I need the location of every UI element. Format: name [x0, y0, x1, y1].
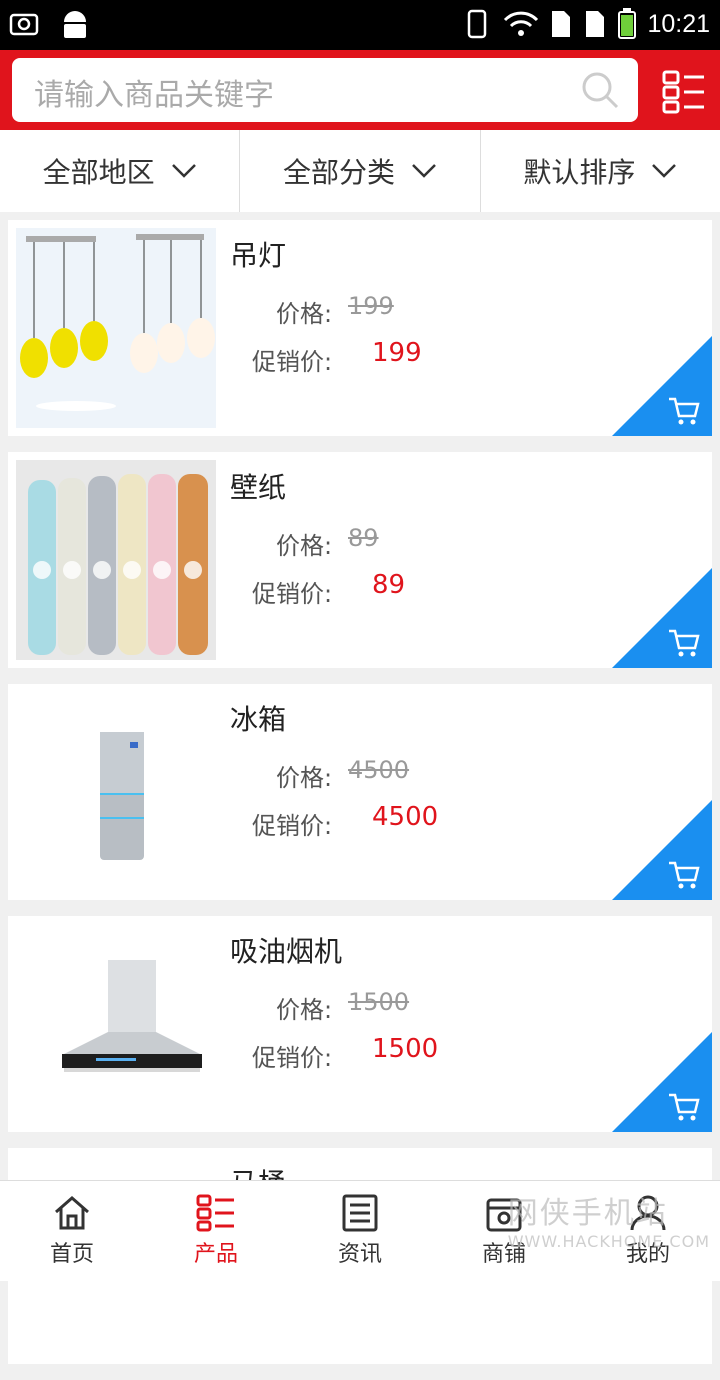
- cart-icon[interactable]: [668, 1092, 700, 1122]
- home-icon: [55, 1196, 89, 1230]
- watermark-url: WWW.HACKHOME.COM: [507, 1232, 710, 1251]
- promo-price: 1500: [372, 1034, 439, 1064]
- promo-price: 89: [372, 570, 406, 600]
- cart-icon[interactable]: [668, 628, 700, 658]
- nav-label: 首页: [49, 1242, 94, 1267]
- filter-label: 全部地区: [42, 156, 155, 189]
- filter-region[interactable]: 全部地区: [0, 130, 241, 212]
- product-image-wallpaper-rolls[interactable]: [16, 460, 216, 660]
- promo-label: 促销价:: [252, 580, 333, 608]
- search-placeholder: 请输入商品关键字: [34, 78, 274, 113]
- watermark-text: 网侠手机站: [507, 1196, 668, 1231]
- product-card[interactable]: 壁纸 价格: 89 促销价: 89: [8, 452, 712, 668]
- filter-bar: 全部地区 全部分类 默认排序: [0, 130, 720, 212]
- filter-label: 全部分类: [282, 156, 395, 189]
- filter-label: 默认排序: [523, 156, 636, 189]
- product-card[interactable]: 吊灯 价格: 199 促销价: 199: [8, 220, 712, 436]
- product-card[interactable]: 吸油烟机 价格: 1500 促销价: 1500: [8, 916, 712, 1132]
- status-bar: 10:21: [0, 0, 720, 50]
- list-icon: [196, 1194, 234, 1232]
- nav-products[interactable]: 产品: [144, 1181, 288, 1281]
- sim2-icon: [586, 11, 605, 37]
- original-price: 4500: [348, 756, 410, 784]
- price-label: 价格:: [276, 300, 333, 328]
- price-label: 价格:: [276, 764, 333, 792]
- price-label: 价格:: [276, 532, 333, 560]
- filter-category[interactable]: 全部分类: [240, 130, 481, 212]
- cart-icon[interactable]: [668, 860, 700, 890]
- product-image-pendant-lamp[interactable]: [16, 228, 216, 428]
- price-label: 价格:: [276, 996, 333, 1024]
- product-card[interactable]: 冰箱 价格: 4500 促销价: 4500: [8, 684, 712, 900]
- cart-icon[interactable]: [668, 396, 700, 426]
- product-name: 冰箱: [230, 703, 287, 736]
- vibrate-icon: [468, 9, 487, 39]
- promo-label: 促销价:: [252, 348, 333, 376]
- promo-label: 促销价:: [252, 812, 333, 840]
- watermark: 网侠手机站 WWW.HACKHOME.COM: [508, 1188, 710, 1251]
- battery-icon: [618, 8, 637, 39]
- original-price: 199: [348, 292, 394, 320]
- product-name: 吸油烟机: [230, 935, 343, 968]
- screenshot-icon: [9, 13, 39, 36]
- original-price: 89: [348, 524, 379, 552]
- chevron-down-icon: [412, 164, 436, 178]
- sim1-icon: [552, 11, 571, 37]
- android-icon: [64, 11, 86, 38]
- product-name: 吊灯: [230, 239, 287, 272]
- product-image-refrigerator[interactable]: [16, 692, 216, 892]
- nav-home[interactable]: 首页: [0, 1181, 144, 1281]
- clock: 10:21: [647, 9, 710, 38]
- category-menu-icon[interactable]: [662, 70, 706, 114]
- search-icon[interactable]: [580, 70, 620, 110]
- chevron-down-icon: [652, 164, 677, 178]
- promo-price: 4500: [372, 802, 439, 832]
- news-icon: [342, 1194, 378, 1232]
- promo-label: 促销价:: [252, 1044, 333, 1072]
- nav-news[interactable]: 资讯: [288, 1181, 432, 1281]
- promo-price: 199: [372, 338, 422, 368]
- filter-sort[interactable]: 默认排序: [481, 130, 720, 212]
- product-image-range-hood[interactable]: [16, 924, 216, 1124]
- header-bar: 请输入商品关键字: [0, 50, 720, 130]
- wifi-icon: [504, 11, 539, 36]
- nav-label: 产品: [193, 1242, 238, 1267]
- search-input[interactable]: 请输入商品关键字: [12, 58, 638, 122]
- chevron-down-icon: [171, 164, 196, 178]
- product-name: 壁纸: [230, 471, 287, 504]
- nav-label: 资讯: [337, 1242, 382, 1267]
- original-price: 1500: [348, 988, 410, 1016]
